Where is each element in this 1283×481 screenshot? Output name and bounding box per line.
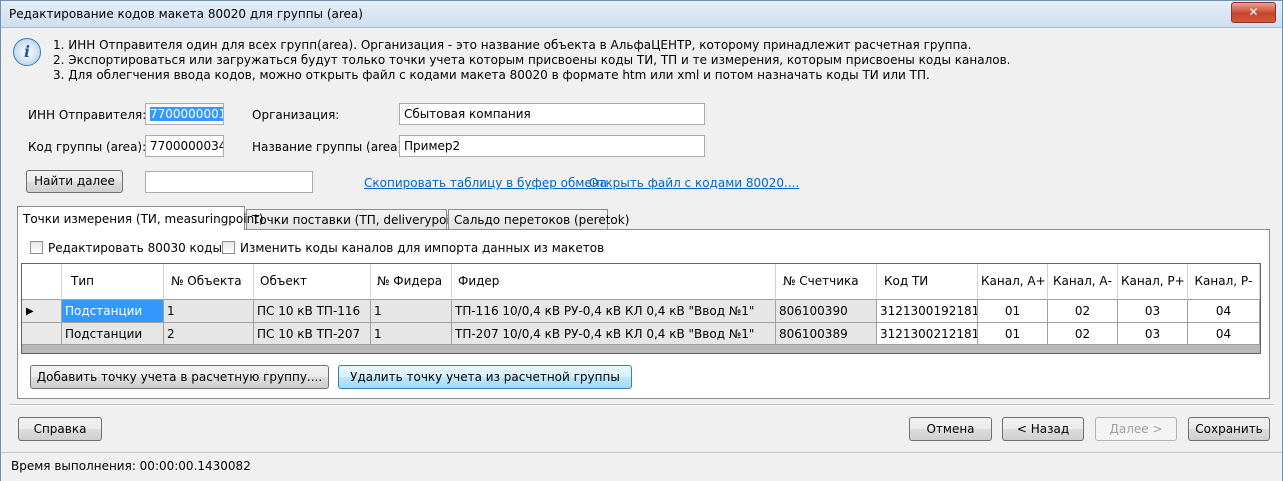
execution-time: Время выполнения: 00:00:00.1430082 <box>11 459 251 473</box>
table-cell[interactable]: 1 <box>371 300 452 323</box>
column-header[interactable]: № Счетчика <box>776 264 877 300</box>
window-title: Редактирование кодов макета 80020 для гр… <box>9 7 363 21</box>
title-bar[interactable]: Редактирование кодов макета 80020 для гр… <box>1 1 1282 28</box>
table-cell[interactable]: 2 <box>164 323 254 345</box>
group-name-input[interactable]: Пример2 <box>399 135 705 157</box>
dialog-window: Редактирование кодов макета 80020 для гр… <box>0 0 1283 481</box>
table-cell[interactable]: 03 <box>1118 323 1188 345</box>
status-bar: Время выполнения: 00:00:00.1430082 <box>1 452 1282 481</box>
table-cell[interactable]: 02 <box>1048 300 1118 323</box>
info-line-1: 1. ИНН Отправителя один для всех групп(a… <box>53 38 972 52</box>
table-cell[interactable]: ТП-207 10/0,4 кВ РУ-0,4 кВ КЛ 0,4 кВ "Вв… <box>452 323 776 345</box>
column-header[interactable]: Объект <box>254 264 371 300</box>
table-cell[interactable]: 01 <box>978 300 1048 323</box>
save-button[interactable]: Сохранить <box>1188 417 1270 441</box>
table-cell[interactable]: 02 <box>1048 323 1118 345</box>
column-header[interactable]: № Фидера <box>371 264 452 300</box>
remove-point-button[interactable]: Удалить точку учета из расчетной группы <box>338 365 632 389</box>
org-label: Организация: <box>252 108 340 122</box>
table-cell[interactable]: Подстанции <box>62 323 164 345</box>
tab-measuringpoint[interactable]: Точки измерения (ТИ, measuringpoint) <box>17 206 264 230</box>
column-header[interactable]: Канал, Р- <box>1188 264 1260 300</box>
tab-deliverypoint[interactable]: Точки поставки (ТП, deliverypoint) <box>246 209 467 229</box>
column-header[interactable]: Код ТИ <box>877 264 978 300</box>
change-channel-codes-checkbox[interactable] <box>222 241 235 254</box>
table-cell[interactable]: 03 <box>1118 300 1188 323</box>
row-header[interactable] <box>22 323 62 345</box>
copy-table-link[interactable]: Скопировать таблицу в буфер обмена <box>364 176 607 190</box>
measuring-points-table[interactable]: Тип № Объекта Объект № Фидера Фидер № Сч… <box>21 263 1261 354</box>
column-header[interactable]: Фидер <box>452 264 776 300</box>
change-channel-codes-label: Изменить коды каналов для импорта данных… <box>240 241 605 255</box>
group-code-input[interactable]: 7700000034 <box>145 135 224 157</box>
close-icon[interactable]: ✕ <box>1231 2 1276 23</box>
add-point-button[interactable]: Добавить точку учета в расчетную группу.… <box>30 365 329 389</box>
table-cell[interactable]: 806100390 <box>776 300 877 323</box>
table-cell[interactable]: 01 <box>978 323 1048 345</box>
next-button: Далее > <box>1095 417 1177 441</box>
find-input[interactable] <box>145 171 313 193</box>
table-cell[interactable]: Подстанции <box>62 300 164 323</box>
table-cell[interactable]: ПС 10 кВ ТП-207 <box>254 323 371 345</box>
footer-divider <box>9 404 1274 406</box>
header-corner <box>22 264 62 300</box>
table-cell[interactable]: 04 <box>1188 323 1260 345</box>
column-header[interactable]: Канал, Р+ <box>1118 264 1188 300</box>
table-cell[interactable]: 312130021218101 <box>877 323 978 345</box>
info-icon: i <box>13 38 41 66</box>
org-input[interactable]: Сбытовая компания <box>399 103 705 125</box>
column-header[interactable]: Канал, А+ <box>978 264 1048 300</box>
table-cell[interactable]: 1 <box>164 300 254 323</box>
info-line-3: 3. Для облегчения ввода кодов, можно отк… <box>53 68 930 82</box>
group-code-label: Код группы (area): <box>28 140 147 154</box>
column-header[interactable]: Канал, А- <box>1048 264 1118 300</box>
info-line-2: 2. Экспортироваться или загружаться буду… <box>53 53 1011 67</box>
table-cell[interactable]: 1 <box>371 323 452 345</box>
info-text: 1. ИНН Отправителя один для всех групп(a… <box>53 38 1010 83</box>
table-cell[interactable]: ТП-116 10/0,4 кВ РУ-0,4 кВ КЛ 0,4 кВ "Вв… <box>452 300 776 323</box>
cancel-button[interactable]: Отмена <box>909 417 992 441</box>
column-header[interactable]: № Объекта <box>164 264 254 300</box>
info-panel: i 1. ИНН Отправителя один для всех групп… <box>11 35 1273 85</box>
row-header-current[interactable]: ▶ <box>22 300 62 323</box>
table-cell[interactable]: 312130019218101 <box>877 300 978 323</box>
table-cell[interactable]: 806100389 <box>776 323 877 345</box>
table-cell[interactable]: 04 <box>1188 300 1260 323</box>
inn-input[interactable]: 7700000001 <box>145 103 224 125</box>
back-button[interactable]: < Назад <box>1002 417 1084 441</box>
tab-peretok[interactable]: Сальдо перетоков (peretok) <box>448 209 629 229</box>
edit-80030-checkbox[interactable] <box>30 241 43 254</box>
column-header[interactable]: Тип <box>62 264 164 300</box>
table-cell[interactable]: ПС 10 кВ ТП-116 <box>254 300 371 323</box>
find-next-button[interactable]: Найти далее <box>26 170 123 193</box>
group-name-label: Название группы (area): <box>252 140 407 154</box>
help-button[interactable]: Справка <box>18 417 102 441</box>
open-codes-file-link[interactable]: Открыть файл с кодами 80020.... <box>589 176 799 190</box>
inn-label: ИНН Отправителя: <box>28 108 147 122</box>
inn-value: 7700000001 <box>150 107 223 121</box>
edit-80030-label: Редактировать 80030 коды <box>48 241 222 255</box>
